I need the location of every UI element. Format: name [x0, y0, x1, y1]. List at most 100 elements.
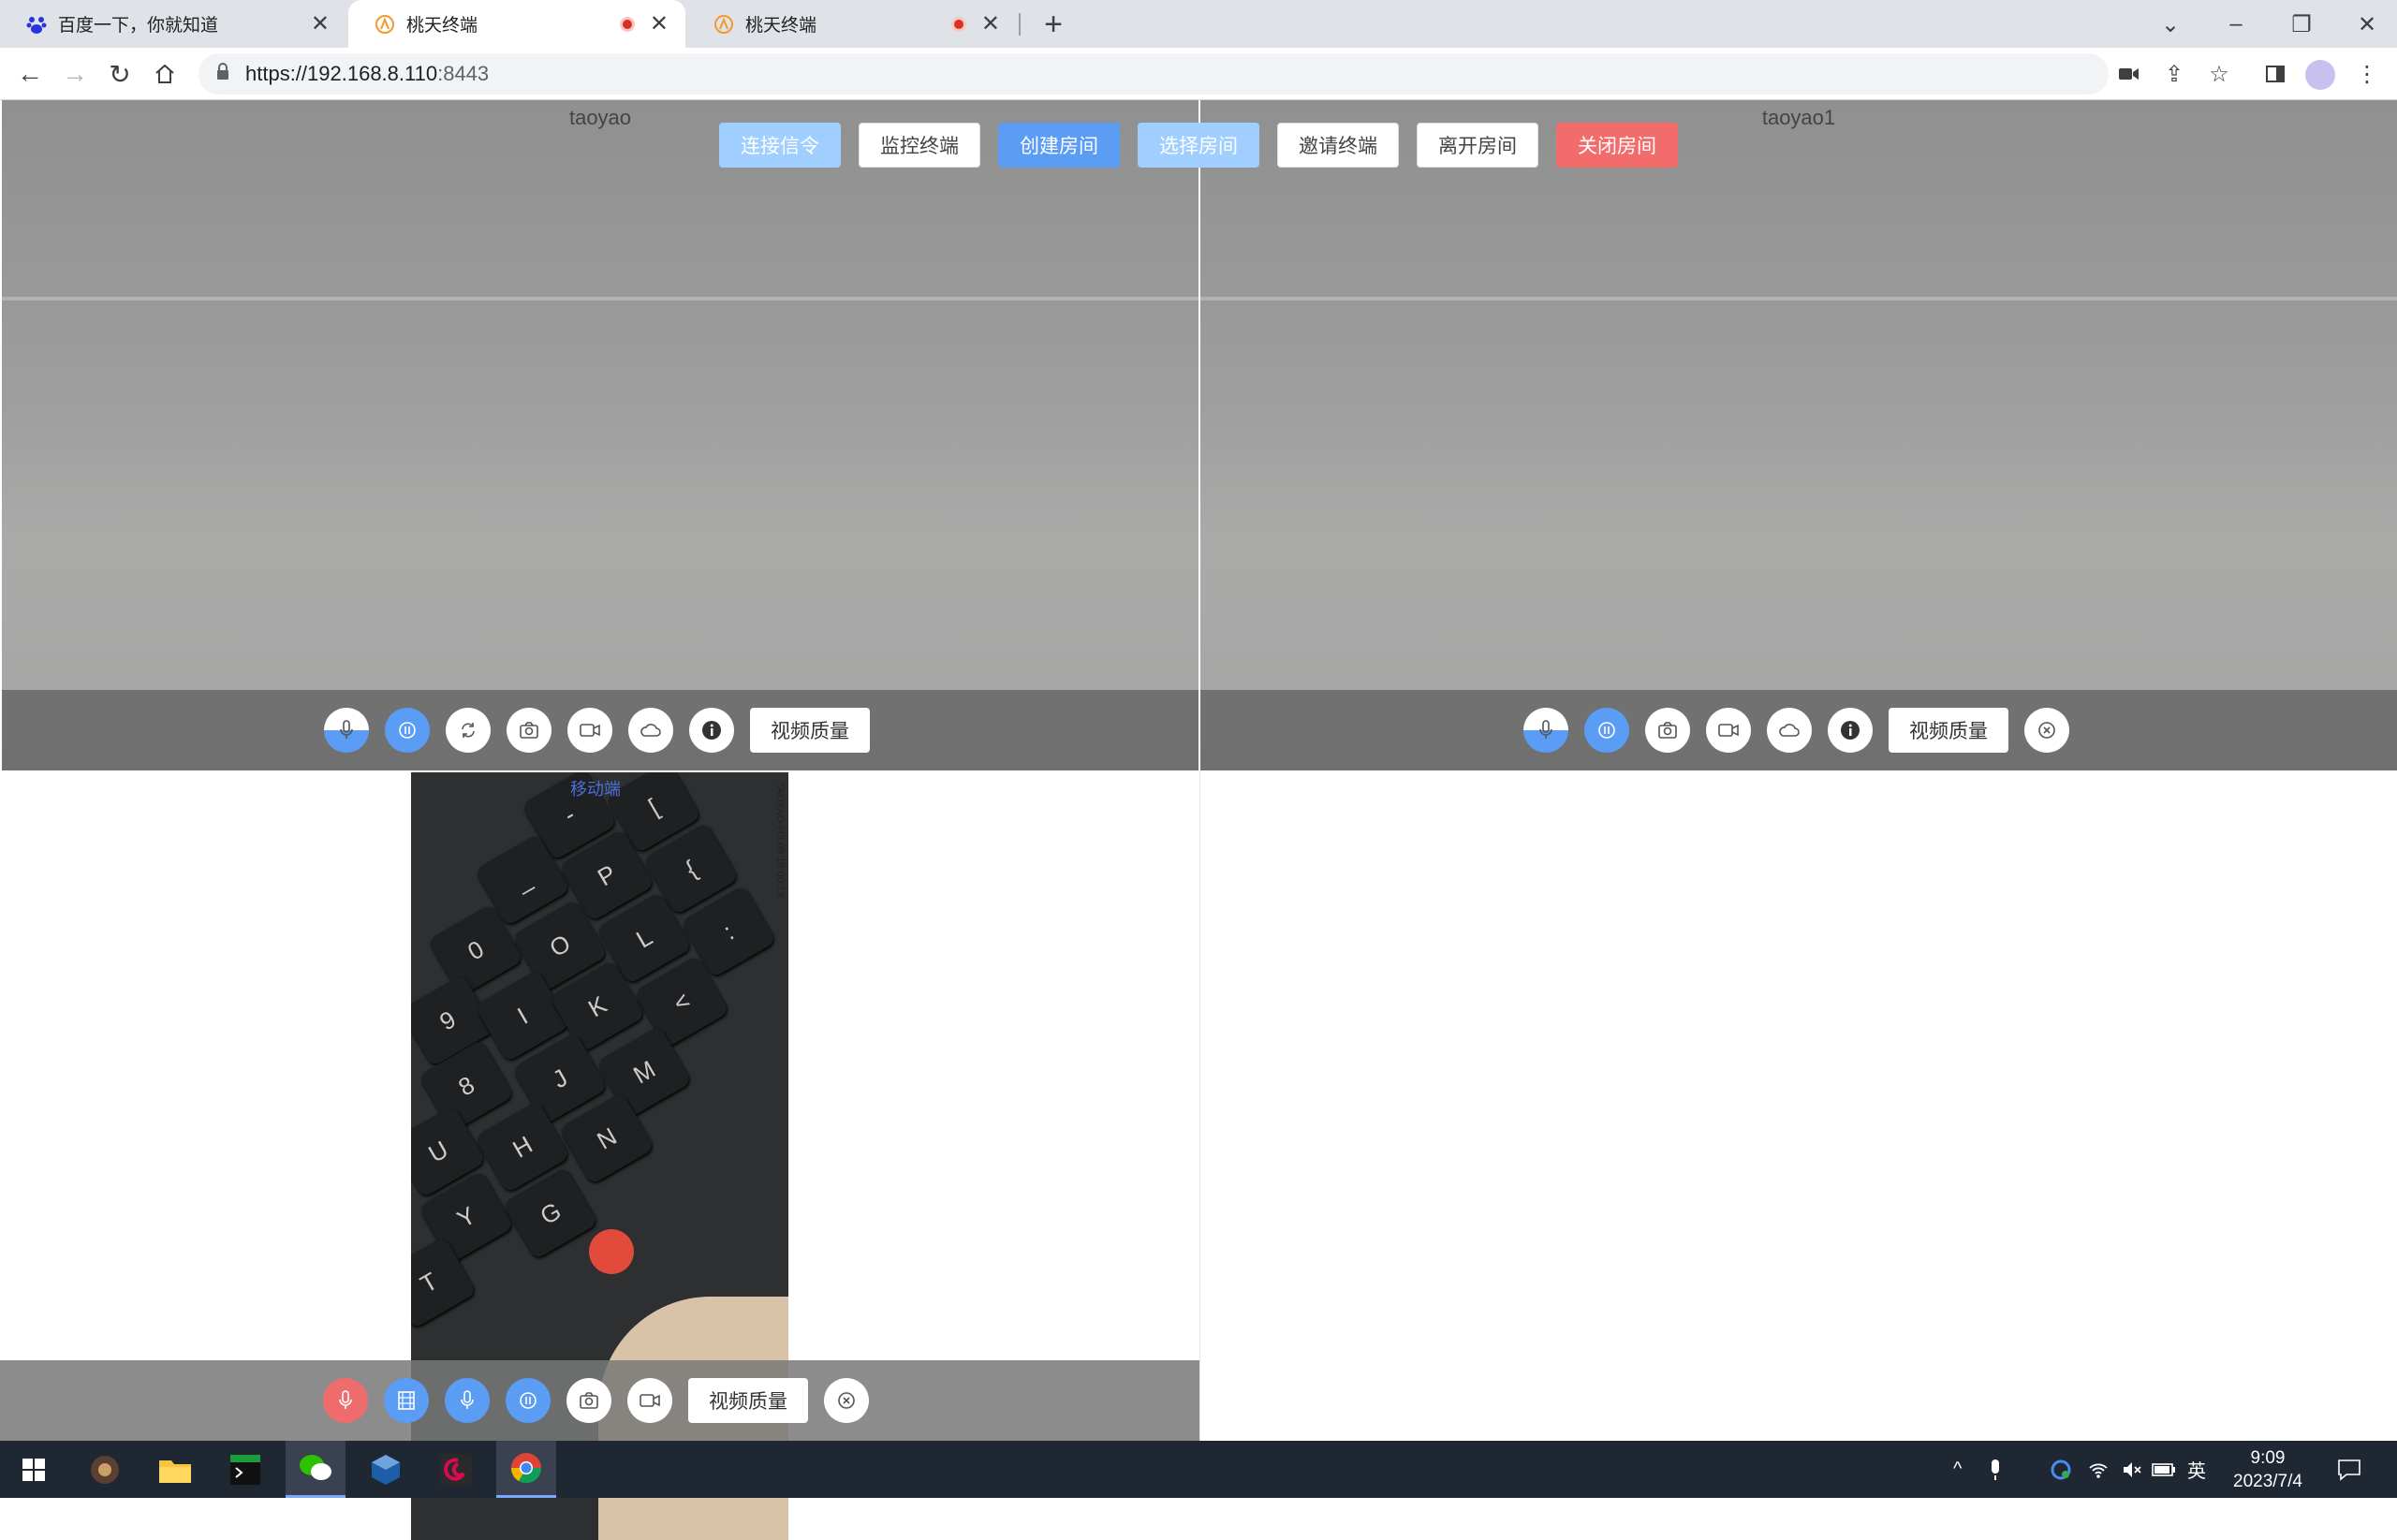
network-app-tray-icon[interactable]	[2051, 1441, 2071, 1498]
forward-icon[interactable]: →	[56, 55, 94, 93]
record-video-icon[interactable]	[567, 708, 612, 753]
clock-time: 9:09	[2250, 1448, 2286, 1468]
trackpoint-nub	[589, 1229, 634, 1274]
pause-icon[interactable]	[385, 708, 430, 753]
close-window-icon[interactable]: ✕	[2348, 7, 2386, 41]
close-tab-icon[interactable]: ✕	[311, 12, 330, 36]
virtualbox-icon[interactable]	[356, 1441, 416, 1498]
windows-start-icon[interactable]	[4, 1441, 64, 1498]
bookmark-star-icon[interactable]: ☆	[2200, 55, 2238, 93]
chrome-icon[interactable]	[496, 1441, 556, 1498]
settings-app-icon[interactable]	[75, 1441, 135, 1498]
share-icon[interactable]: ⇪	[2155, 55, 2193, 93]
video-quality-button[interactable]: 视频质量	[750, 708, 870, 753]
file-explorer-icon[interactable]	[145, 1441, 205, 1498]
invite-terminal-button[interactable]: 邀请终端	[1277, 123, 1399, 168]
panel-divider	[1199, 770, 1200, 1441]
leave-room-button[interactable]: 离开房间	[1417, 123, 1538, 168]
connect-signal-button[interactable]: 连接信令	[719, 123, 841, 168]
side-panel-icon[interactable]	[2257, 55, 2294, 93]
reload-icon[interactable]: ↻	[101, 55, 139, 93]
camera-snapshot-icon[interactable]	[507, 708, 551, 753]
video-feed	[2, 100, 1198, 770]
url-port: :8443	[437, 62, 490, 85]
record-video-icon[interactable]	[627, 1378, 672, 1423]
debian-app-icon[interactable]	[426, 1441, 486, 1498]
microphone-tray-icon[interactable]	[1989, 1441, 2002, 1498]
mobile-control-bar: 视频质量	[0, 1360, 1199, 1441]
notification-center-icon[interactable]	[2337, 1441, 2361, 1498]
tab-taotian-active[interactable]: 桃天终端 ✕	[348, 0, 685, 48]
taotian-logo-icon	[375, 14, 395, 35]
url-text: https://192.168.8.110:8443	[245, 62, 489, 86]
menu-kebab-icon[interactable]: ⋮	[2348, 55, 2386, 93]
close-circle-icon[interactable]	[2024, 708, 2069, 753]
video-quality-button[interactable]: 视频质量	[688, 1378, 808, 1423]
camera-snapshot-icon[interactable]	[566, 1378, 611, 1423]
tab-divider	[1019, 13, 1021, 36]
tab-baidu[interactable]: 百度一下，你就知道 ✕	[0, 0, 346, 48]
tab-title: 桃天终端	[745, 16, 817, 36]
info-icon[interactable]	[689, 708, 734, 753]
input-method-indicator[interactable]: 英	[2187, 1441, 2206, 1498]
close-tab-icon[interactable]: ✕	[650, 12, 669, 36]
windows-taskbar: ^ 英 9:09 2023/7/4	[0, 1441, 2397, 1498]
video-panel-taoyao1: taoyao1 视频质量	[1200, 100, 2397, 770]
create-room-button[interactable]: 创建房间	[998, 123, 1120, 168]
microphone-icon[interactable]	[445, 1378, 490, 1423]
minimize-icon[interactable]: –	[2217, 7, 2255, 41]
video-quality-button[interactable]: 视频质量	[1889, 708, 2008, 753]
room-action-buttons: 连接信令 监控终端 创建房间 选择房间 邀请终端 离开房间 关闭房间	[719, 123, 1696, 168]
video-panel-taoyao: taoyao 视频质量	[2, 100, 1198, 770]
cloud-icon[interactable]	[1767, 708, 1812, 753]
mobile-overlay-text: 移动端	[570, 780, 621, 799]
close-tab-icon[interactable]: ✕	[981, 12, 1000, 36]
wechat-icon[interactable]	[286, 1441, 346, 1498]
microphone-icon[interactable]	[324, 708, 369, 753]
new-tab-button[interactable]: +	[1035, 6, 1072, 43]
system-clock[interactable]: 9:09 2023/7/4	[2217, 1446, 2318, 1493]
info-icon[interactable]	[1828, 708, 1873, 753]
browser-tab-strip: 百度一下，你就知道 ✕ 桃天终端 ✕ 桃天终端 ✕ + ⌄ – ❐ ✕	[0, 0, 2397, 48]
film-icon[interactable]	[384, 1378, 429, 1423]
clock-date: 2023/7/4	[2233, 1472, 2302, 1491]
address-bar[interactable]: https://192.168.8.110:8443	[199, 53, 2109, 95]
tab-search-icon[interactable]: ⌄	[2152, 7, 2189, 41]
mobile-watermark-text: TAOYAO-H3 09 18 00.13	[774, 782, 786, 898]
tab-taotian[interactable]: 桃天终端 ✕	[687, 0, 1017, 48]
tab-title: 桃天终端	[406, 16, 478, 36]
browser-toolbar: ← → ↻ https://192.168.8.110:8443 ⇪ ☆ ⋮	[0, 48, 2397, 100]
camera-snapshot-icon[interactable]	[1645, 708, 1690, 753]
restore-icon[interactable]: ❐	[2283, 7, 2320, 41]
baidu-paw-icon	[26, 14, 47, 35]
close-room-button[interactable]: 关闭房间	[1556, 123, 1678, 168]
recording-indicator-icon	[950, 16, 966, 32]
pause-icon[interactable]	[506, 1378, 551, 1423]
volume-muted-icon[interactable]	[2122, 1441, 2142, 1498]
url-host: https://192.168.8.110	[245, 62, 438, 85]
panel-control-bar: 视频质量	[2, 690, 1198, 770]
page-content: taoyao 视频质量 taoyao1 视频质量 连接信令 监控终端 创建房间 …	[0, 100, 2397, 1540]
home-icon[interactable]	[146, 55, 184, 93]
recording-indicator-icon	[619, 16, 635, 32]
camera-in-use-icon[interactable]	[2110, 55, 2148, 93]
profile-avatar[interactable]	[2305, 60, 2335, 90]
wifi-icon[interactable]	[2088, 1441, 2109, 1498]
record-video-icon[interactable]	[1706, 708, 1751, 753]
show-hidden-icons-icon[interactable]: ^	[1953, 1441, 1962, 1498]
video-feed	[1200, 100, 2397, 770]
pause-icon[interactable]	[1584, 708, 1629, 753]
close-circle-icon[interactable]	[824, 1378, 869, 1423]
panel-control-bar: 视频质量	[1200, 690, 2397, 770]
lock-icon	[215, 62, 230, 86]
taotian-logo-icon	[713, 14, 734, 35]
refresh-icon[interactable]	[446, 708, 491, 753]
microphone-muted-icon[interactable]	[323, 1378, 368, 1423]
select-room-button[interactable]: 选择房间	[1138, 123, 1259, 168]
terminal-app-icon[interactable]	[215, 1441, 275, 1498]
microphone-icon[interactable]	[1523, 708, 1568, 753]
back-icon[interactable]: ←	[11, 55, 49, 93]
battery-icon[interactable]	[2152, 1441, 2176, 1498]
monitor-terminal-button[interactable]: 监控终端	[859, 123, 980, 168]
cloud-icon[interactable]	[628, 708, 673, 753]
